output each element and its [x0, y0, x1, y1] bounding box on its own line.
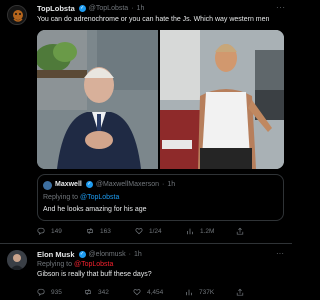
man-in-suit-photo: [37, 30, 158, 169]
elon-avatar-icon: [7, 250, 27, 270]
share-icon: [236, 227, 244, 235]
tweet-text: You can do adrenochrome or you can hate …: [37, 16, 270, 23]
verified-check-icon: ✓: [78, 5, 86, 12]
quote-author-name[interactable]: Maxwell: [55, 181, 82, 188]
heart-icon: [135, 228, 143, 235]
reply-header: Elon Musk ✓ @elonmusk · 1h: [37, 250, 142, 259]
reply-text: Gibson is really that buff these days?: [37, 271, 152, 278]
quote-time[interactable]: 1h: [167, 181, 175, 188]
speech-bubble-icon: [37, 227, 45, 235]
divider: [0, 243, 292, 244]
reply-button[interactable]: 149: [37, 227, 62, 235]
like-button[interactable]: 1/24: [135, 227, 162, 235]
quote-author-handle[interactable]: @MaxwellMaxerson: [96, 181, 159, 188]
retweet-button[interactable]: 163: [86, 227, 111, 235]
heart-icon: [133, 289, 141, 296]
tweet-image-left[interactable]: [37, 30, 158, 169]
retweet-count: 163: [100, 227, 111, 235]
verified-check-icon: ✓: [85, 181, 93, 188]
quote-replying-to: Replying to @TopLobsta: [43, 194, 120, 201]
views-count: 1.2M: [200, 227, 215, 235]
retweet-count: 342: [98, 288, 109, 296]
share-button[interactable]: [236, 227, 244, 235]
more-dots-icon[interactable]: ···: [276, 249, 284, 258]
man-in-tank-top-photo: [160, 30, 284, 169]
lobster-avatar-icon: [8, 6, 26, 24]
views-button[interactable]: 1.2M: [186, 227, 214, 235]
bar-chart-icon: [186, 289, 192, 296]
bar-chart-icon: [187, 228, 193, 235]
reply-author-avatar[interactable]: [7, 250, 27, 270]
tweet-time[interactable]: 1h: [137, 5, 145, 12]
reply-author-handle[interactable]: @elonmusk: [89, 251, 126, 258]
retweet-button[interactable]: 342: [84, 288, 109, 296]
share-icon: [236, 288, 244, 296]
reply-count: 935: [51, 288, 62, 296]
share-button[interactable]: [236, 288, 244, 296]
tweet-author-name[interactable]: TopLobsta: [37, 4, 75, 13]
speech-bubble-icon: [37, 288, 45, 296]
reply-replying-to: Replying to @TopLobsta: [37, 261, 114, 268]
views-button[interactable]: 737K: [185, 288, 214, 296]
like-count: 4,454: [147, 288, 164, 296]
like-button[interactable]: 4,454: [133, 288, 163, 296]
retweet-icon: [87, 227, 93, 235]
tweet-author-avatar[interactable]: [7, 5, 27, 25]
reply-replying-handle[interactable]: @TopLobsta: [74, 261, 113, 268]
tweet-author-handle[interactable]: @TopLobsta: [89, 5, 128, 12]
quote-header: Maxwell ✓ @MaxwellMaxerson · 1h: [55, 181, 176, 188]
quote-text: And he looks amazing for his age: [43, 206, 147, 213]
views-count: 737K: [199, 288, 215, 296]
reply-count: 149: [51, 227, 62, 235]
like-count: 1/24: [149, 227, 162, 235]
reply-button[interactable]: 935: [37, 288, 62, 296]
tweet-image-right[interactable]: [160, 30, 284, 169]
quote-author-avatar[interactable]: [43, 181, 52, 190]
tweet-header: TopLobsta ✓ @TopLobsta · 1h: [37, 4, 145, 13]
reply-author-name[interactable]: Elon Musk: [37, 250, 75, 259]
quote-replying-handle[interactable]: @TopLobsta: [80, 194, 119, 201]
more-dots-icon[interactable]: ···: [276, 3, 286, 12]
verified-check-icon: ✓: [78, 251, 86, 258]
retweet-icon: [85, 288, 91, 296]
reply-time[interactable]: 1h: [134, 251, 142, 258]
